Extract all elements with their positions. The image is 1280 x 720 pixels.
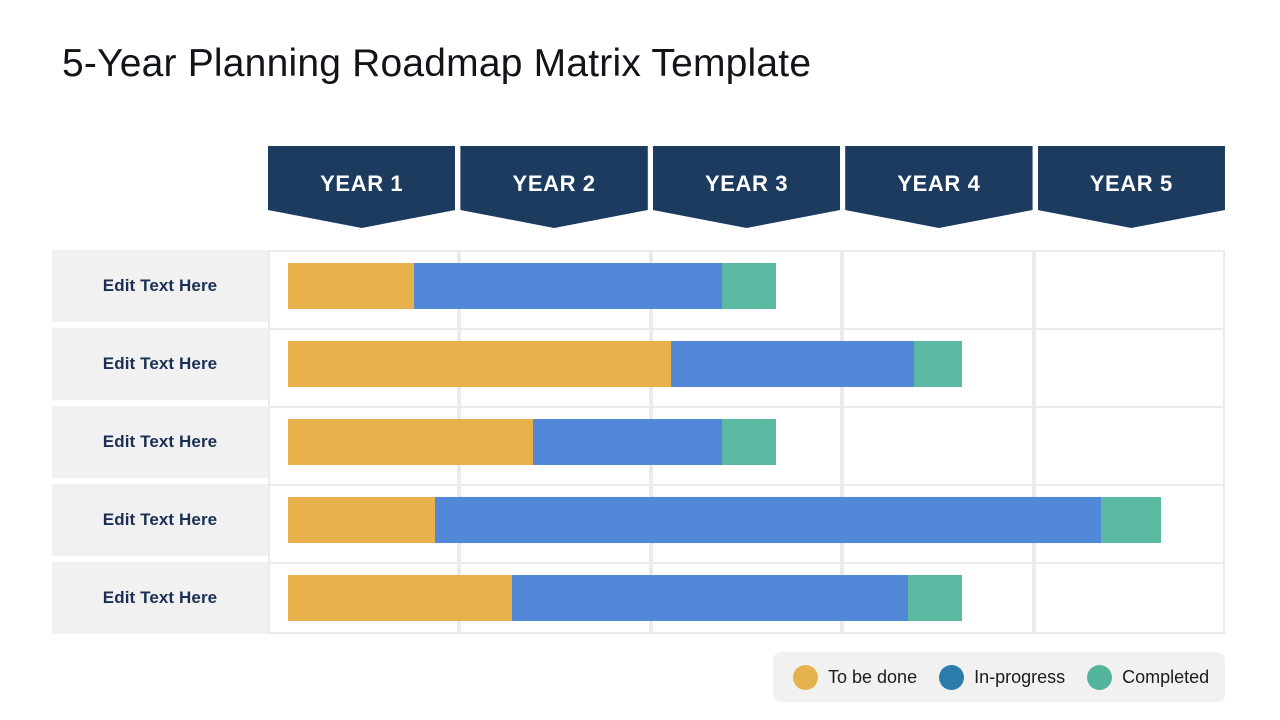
bar-segment-completed[interactable] (722, 419, 777, 465)
bar-segment-in-progress[interactable] (414, 263, 723, 309)
year-header-3[interactable]: YEAR 3 (652, 146, 841, 228)
bar-segment-to-be-done[interactable] (288, 575, 512, 621)
year-header-1[interactable]: YEAR 1 (268, 146, 456, 228)
row-label-cell[interactable]: Edit Text Here (52, 250, 268, 322)
legend-swatch-icon (793, 664, 818, 690)
matrix-row: Edit Text Here (52, 406, 1225, 478)
roadmap-matrix: Edit Text Here Edit Text Here Edit Text He… (52, 250, 1225, 634)
legend-swatch-icon (1087, 664, 1113, 690)
legend-swatch-icon (939, 664, 965, 690)
matrix-row: Edit Text Here (52, 484, 1225, 556)
legend-label: In-progress (974, 666, 1066, 687)
year-header-label: YEAR 2 (512, 171, 596, 196)
bar-segment-completed[interactable] (1101, 497, 1161, 543)
row-label-text: Edit Text Here (102, 432, 218, 451)
bar-segment-completed[interactable] (908, 575, 962, 621)
bar-segment-completed[interactable] (722, 263, 777, 309)
bar-segment-to-be-done[interactable] (288, 263, 415, 309)
year-header-4[interactable]: YEAR 4 (845, 146, 1033, 228)
row-label-cell[interactable]: Edit Text Here (52, 562, 268, 634)
matrix-row: Edit Text Here (52, 562, 1225, 634)
legend: To be done In-progress Completed (773, 652, 1225, 702)
row-label-text: Edit Text Here (102, 276, 218, 295)
matrix-row: Edit Text Here (52, 250, 1225, 322)
roadmap-bar[interactable] (288, 575, 962, 621)
bar-segment-in-progress[interactable] (670, 341, 914, 387)
row-label-cell[interactable]: Edit Text Here (52, 484, 268, 556)
year-header-label: YEAR 1 (320, 171, 404, 196)
legend-item-in-progress[interactable]: In-progress (939, 664, 1066, 690)
matrix-row: Edit Text Here (52, 328, 1225, 400)
row-label-text: Edit Text Here (102, 510, 218, 529)
roadmap-bar[interactable] (288, 263, 777, 309)
legend-label: Completed (1122, 666, 1210, 687)
year-header-2[interactable]: YEAR 2 (460, 146, 648, 228)
roadmap-bar[interactable] (288, 497, 1161, 543)
bar-segment-to-be-done[interactable] (288, 419, 533, 465)
bar-segment-in-progress[interactable] (511, 575, 909, 621)
bar-segment-to-be-done[interactable] (288, 497, 436, 543)
roadmap-bar[interactable] (288, 341, 962, 387)
legend-item-completed[interactable]: Completed (1087, 664, 1210, 690)
row-label-text: Edit Text Here (102, 588, 218, 607)
bar-segment-to-be-done[interactable] (288, 341, 671, 387)
bar-segment-completed[interactable] (913, 341, 962, 387)
row-label-cell[interactable]: Edit Text Here (52, 406, 268, 478)
legend-label: To be done (828, 666, 918, 687)
year-header-label: YEAR 3 (704, 171, 789, 196)
bar-segment-in-progress[interactable] (532, 419, 723, 465)
bar-segment-in-progress[interactable] (435, 497, 1102, 543)
year-header-5[interactable]: YEAR 5 (1037, 146, 1225, 228)
roadmap-bar[interactable] (288, 419, 777, 465)
page-title: 5-Year Planning Roadmap Matrix Template (62, 42, 812, 85)
row-label-cell[interactable]: Edit Text Here (52, 328, 268, 400)
legend-item-todo[interactable]: To be done (793, 664, 918, 690)
year-header-row: YEAR 1 YEAR 2 YEAR 3 YEAR 4 YEAR 5 (268, 146, 1225, 228)
row-label-text: Edit Text Here (102, 354, 218, 373)
year-header-label: YEAR 4 (897, 171, 981, 196)
year-header-label: YEAR 5 (1089, 171, 1173, 196)
